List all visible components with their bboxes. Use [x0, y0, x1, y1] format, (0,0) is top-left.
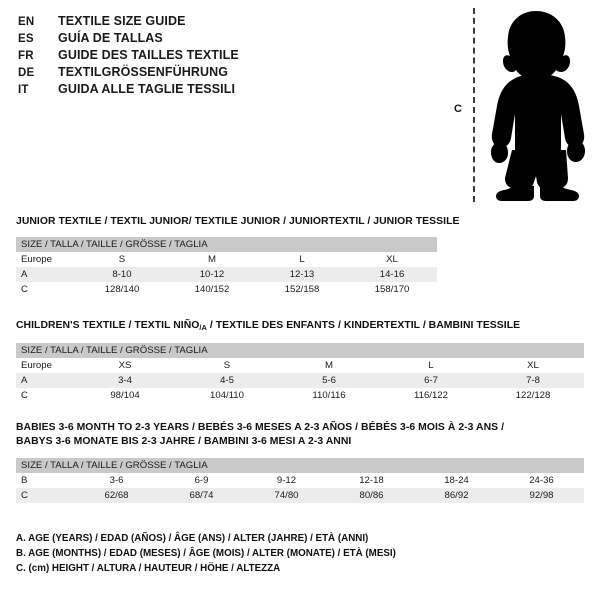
table-cell: 14-16: [347, 267, 438, 282]
table-cell: S: [77, 252, 167, 267]
row-label: Europe: [16, 358, 74, 373]
babies-size-table: SIZE / TALLA / TAILLE / GRÖSSE / TAGLIA …: [16, 458, 584, 503]
language-title: GUÍA DE TALLAS: [58, 31, 163, 45]
table-row: C 62/68 68/74 74/80 80/86 86/92 92/98: [16, 488, 584, 503]
table-cell: 3-4: [74, 373, 176, 388]
table-cell: M: [278, 358, 380, 373]
junior-section-heading: JUNIOR TEXTILE / TEXTIL JUNIOR/ TEXTILE …: [16, 216, 460, 227]
babies-section-heading-line1: BABIES 3-6 MONTH TO 2-3 YEARS / BEBÉS 3-…: [16, 422, 505, 433]
table-row: Europe XS S M L XL: [16, 358, 584, 373]
table-cell: 9-12: [244, 473, 329, 488]
junior-size-bar-label: SIZE / TALLA / TAILLE / GRÖSSE / TAGLIA: [16, 237, 438, 252]
language-row: IT GUIDA ALLE TAGLIE TESSILI: [18, 81, 438, 98]
children-heading-subscript: /A: [199, 323, 207, 332]
language-row: FR GUIDE DES TAILLES TEXTILE: [18, 47, 438, 64]
child-silhouette-icon: [491, 11, 585, 201]
language-title: GUIDA ALLE TAGLIE TESSILI: [58, 82, 236, 96]
table-cell: 116/122: [380, 388, 482, 403]
children-size-bar-row: SIZE / TALLA / TAILLE / GRÖSSE / TAGLIA: [16, 343, 584, 358]
table-cell: S: [176, 358, 278, 373]
language-code: DE: [18, 67, 35, 79]
table-row: A 3-4 4-5 5-6 6-7 7-8: [16, 373, 584, 388]
table-cell: 128/140: [77, 282, 167, 297]
table-cell: 7-8: [482, 373, 584, 388]
table-cell: 104/110: [176, 388, 278, 403]
language-code: ES: [18, 33, 34, 45]
language-title-block: EN TEXTILE SIZE GUIDE ES GUÍA DE TALLAS …: [18, 13, 438, 98]
row-label: A: [16, 267, 77, 282]
table-cell: 6-7: [380, 373, 482, 388]
table-cell: L: [380, 358, 482, 373]
table-cell: 24-36: [499, 473, 584, 488]
table-cell: 6-9: [159, 473, 244, 488]
legend-line-c: C. (cm) HEIGHT / ALTURA / HAUTEUR / HÖHE…: [16, 563, 281, 574]
row-label: A: [16, 373, 74, 388]
row-label: C: [16, 282, 77, 297]
children-size-bar-label: SIZE / TALLA / TAILLE / GRÖSSE / TAGLIA: [16, 343, 584, 358]
table-cell: 4-5: [176, 373, 278, 388]
junior-size-table: SIZE / TALLA / TAILLE / GRÖSSE / TAGLIA …: [16, 237, 438, 297]
section-babies-textile: BABIES 3-6 MONTH TO 2-3 YEARS / BEBÉS 3-…: [0, 421, 600, 503]
table-row: C 98/104 104/110 110/116 116/122 122/128: [16, 388, 584, 403]
language-row: EN TEXTILE SIZE GUIDE: [18, 13, 438, 30]
junior-size-bar-row: SIZE / TALLA / TAILLE / GRÖSSE / TAGLIA: [16, 237, 438, 252]
row-label: Europe: [16, 252, 77, 267]
table-cell: 10-12: [167, 267, 257, 282]
children-heading-post: / TEXTILE DES ENFANTS / KINDERTEXTIL / B…: [206, 320, 521, 331]
height-measure-label: C: [454, 103, 462, 115]
table-row: A 8-10 10-12 12-13 14-16: [16, 267, 438, 282]
table-cell: 158/170: [347, 282, 438, 297]
table-cell: 98/104: [74, 388, 176, 403]
row-label: C: [16, 488, 74, 503]
language-row: DE TEXTILGRÖSSENFÜHRUNG: [18, 64, 438, 81]
table-cell: M: [167, 252, 257, 267]
table-cell: 110/116: [278, 388, 380, 403]
legend-line-b: B. AGE (MONTHS) / EDAD (MESES) / ÂGE (MO…: [16, 548, 396, 559]
babies-section-heading-line2: BABYS 3-6 MONATE BIS 2-3 JAHRE / BAMBINI…: [16, 436, 352, 447]
table-cell: XS: [74, 358, 176, 373]
table-cell: 152/158: [257, 282, 347, 297]
language-row: ES GUÍA DE TALLAS: [18, 30, 438, 47]
children-section-heading: CHILDREN'S TEXTILE / TEXTIL NIÑO/A / TEX…: [0, 319, 600, 335]
table-row: C 128/140 140/152 152/158 158/170: [16, 282, 438, 297]
language-title: TEXTILE SIZE GUIDE: [58, 14, 186, 28]
children-heading-pre: CHILDREN'S TEXTILE / TEXTIL NIÑO: [16, 320, 200, 331]
table-cell: 3-6: [74, 473, 159, 488]
legend-line-a: A. AGE (YEARS) / EDAD (AÑOS) / ÂGE (ANS)…: [16, 533, 369, 544]
language-title: TEXTILGRÖSSENFÜHRUNG: [58, 65, 229, 79]
language-code: IT: [18, 84, 29, 96]
table-cell: 62/68: [74, 488, 159, 503]
language-code: FR: [18, 50, 34, 62]
row-label: B: [16, 473, 74, 488]
table-row: Europe S M L XL: [16, 252, 438, 267]
table-cell: 18-24: [414, 473, 499, 488]
babies-size-bar-label: SIZE / TALLA / TAILLE / GRÖSSE / TAGLIA: [16, 458, 584, 473]
table-cell: 68/74: [159, 488, 244, 503]
table-cell: 80/86: [329, 488, 414, 503]
table-cell: 5-6: [278, 373, 380, 388]
table-cell: L: [257, 252, 347, 267]
legend-block: A. AGE (YEARS) / EDAD (AÑOS) / ÂGE (ANS)…: [16, 531, 576, 576]
babies-size-bar-row: SIZE / TALLA / TAILLE / GRÖSSE / TAGLIA: [16, 458, 584, 473]
table-cell: XL: [347, 252, 438, 267]
table-cell: 12-18: [329, 473, 414, 488]
child-figure-illustration: C: [440, 0, 600, 210]
section-junior-textile: JUNIOR TEXTILE / TEXTIL JUNIOR/ TEXTILE …: [0, 215, 600, 297]
section-children-textile: CHILDREN'S TEXTILE / TEXTIL NIÑO/A / TEX…: [0, 319, 600, 403]
table-cell: 74/80: [244, 488, 329, 503]
children-size-table: SIZE / TALLA / TAILLE / GRÖSSE / TAGLIA …: [16, 343, 584, 403]
table-cell: 86/92: [414, 488, 499, 503]
table-cell: 122/128: [482, 388, 584, 403]
table-cell: 140/152: [167, 282, 257, 297]
language-code: EN: [18, 16, 35, 28]
language-title: GUIDE DES TAILLES TEXTILE: [58, 48, 239, 62]
table-cell: 92/98: [499, 488, 584, 503]
table-cell: 8-10: [77, 267, 167, 282]
table-cell: XL: [482, 358, 584, 373]
height-dashed-line-icon: [473, 8, 475, 202]
table-cell: 12-13: [257, 267, 347, 282]
row-label: C: [16, 388, 74, 403]
table-row: B 3-6 6-9 9-12 12-18 18-24 24-36: [16, 473, 584, 488]
